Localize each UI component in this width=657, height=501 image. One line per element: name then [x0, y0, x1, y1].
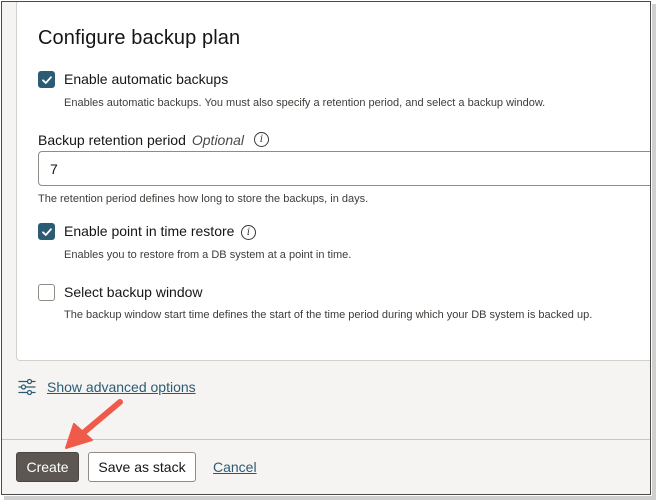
info-icon[interactable]: i	[254, 132, 269, 147]
checkmark-icon	[41, 227, 52, 236]
retention-help: The retention period defines how long to…	[38, 193, 369, 205]
pitr-checkbox[interactable]	[38, 223, 55, 240]
retention-period-input[interactable]	[38, 151, 650, 186]
create-button[interactable]: Create	[16, 452, 79, 482]
automatic-backups-checkbox[interactable]	[38, 71, 55, 88]
show-advanced-options-link[interactable]: Show advanced options	[47, 379, 196, 395]
automatic-backups-help: Enables automatic backups. You must also…	[64, 97, 546, 109]
cancel-link[interactable]: Cancel	[213, 459, 257, 475]
backup-window-label[interactable]: Select backup window	[64, 284, 203, 300]
backup-window-help: The backup window start time defines the…	[64, 309, 593, 321]
automatic-backups-label[interactable]: Enable automatic backups	[64, 71, 228, 87]
advanced-options-toggle[interactable]	[18, 378, 36, 396]
section-title: Configure backup plan	[38, 27, 241, 49]
pitr-label[interactable]: Enable point in time restore	[64, 223, 234, 239]
pitr-help: Enables you to restore from a DB system …	[64, 249, 352, 261]
checkmark-icon	[41, 75, 52, 84]
backup-window-checkbox[interactable]	[38, 284, 55, 301]
retention-label-text: Backup retention period	[38, 132, 186, 148]
optional-tag: Optional	[191, 132, 245, 148]
window-shadow-right	[652, 4, 656, 497]
backup-plan-panel: Configure backup plan Enable automatic b…	[16, 2, 650, 361]
window-shadow-bottom	[4, 496, 656, 500]
retention-label: Backup retention period Optional	[38, 132, 244, 148]
sliders-icon	[18, 378, 36, 396]
info-icon[interactable]: i	[241, 225, 256, 240]
save-as-stack-button[interactable]: Save as stack	[88, 452, 196, 482]
annotation-arrow-icon	[65, 399, 123, 449]
